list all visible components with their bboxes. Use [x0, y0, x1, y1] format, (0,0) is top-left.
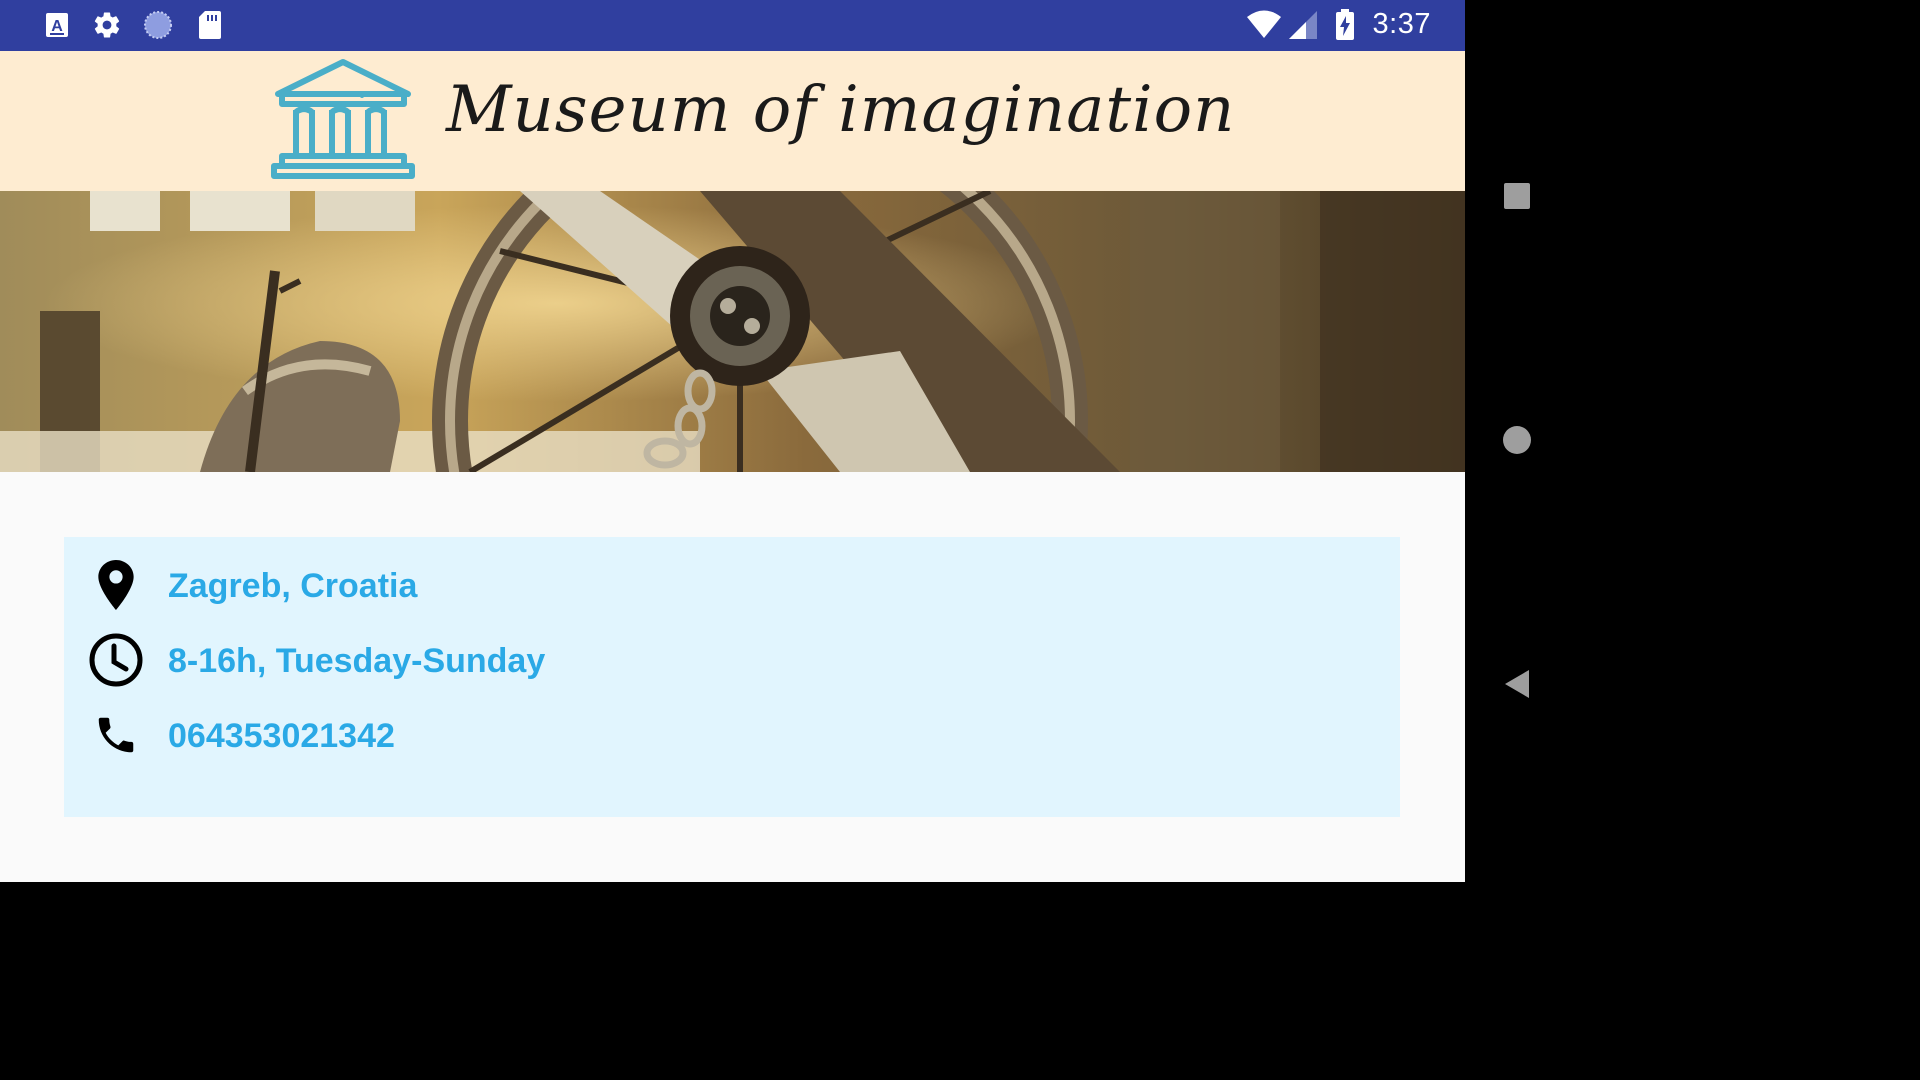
recents-button[interactable] — [1491, 170, 1543, 222]
battery-charging-icon — [1332, 9, 1358, 40]
phone-row[interactable]: 064353021342 — [64, 707, 1400, 767]
phone-text: 064353021342 — [168, 717, 395, 755]
home-button[interactable] — [1491, 414, 1543, 466]
navigation-bar — [1465, 0, 1568, 882]
back-button[interactable] — [1491, 658, 1543, 710]
settings-gear-icon — [92, 10, 122, 40]
keyboard-a-icon: A — [42, 10, 72, 40]
circle-icon — [1503, 426, 1531, 454]
location-pin-icon — [88, 557, 144, 613]
clock-icon — [88, 632, 144, 688]
museum-building-icon — [270, 56, 416, 182]
wifi-icon — [1246, 10, 1282, 40]
sd-card-icon — [195, 10, 225, 40]
cell-signal-icon — [1288, 10, 1318, 40]
hero-image — [0, 191, 1465, 472]
app-screen: A 3:37 Museum of imagination Zagreb, Cro… — [0, 0, 1465, 882]
svg-text:A: A — [51, 18, 63, 35]
museum-title: Museum of imagination — [446, 73, 1236, 147]
hours-text: 8-16h, Tuesday-Sunday — [168, 642, 546, 680]
status-time: 3:37 — [1372, 8, 1431, 40]
phone-icon — [88, 707, 144, 763]
sync-circle-icon — [143, 10, 173, 40]
location-row[interactable]: Zagreb, Croatia — [64, 557, 1400, 617]
square-icon — [1504, 183, 1530, 209]
location-text: Zagreb, Croatia — [168, 567, 418, 605]
hours-row: 8-16h, Tuesday-Sunday — [64, 632, 1400, 692]
info-card: Zagreb, Croatia 8-16h, Tuesday-Sunday 06… — [64, 537, 1400, 817]
status-bar: A 3:37 — [0, 0, 1465, 51]
museum-header: Museum of imagination — [0, 51, 1465, 191]
back-triangle-icon — [1505, 670, 1529, 698]
